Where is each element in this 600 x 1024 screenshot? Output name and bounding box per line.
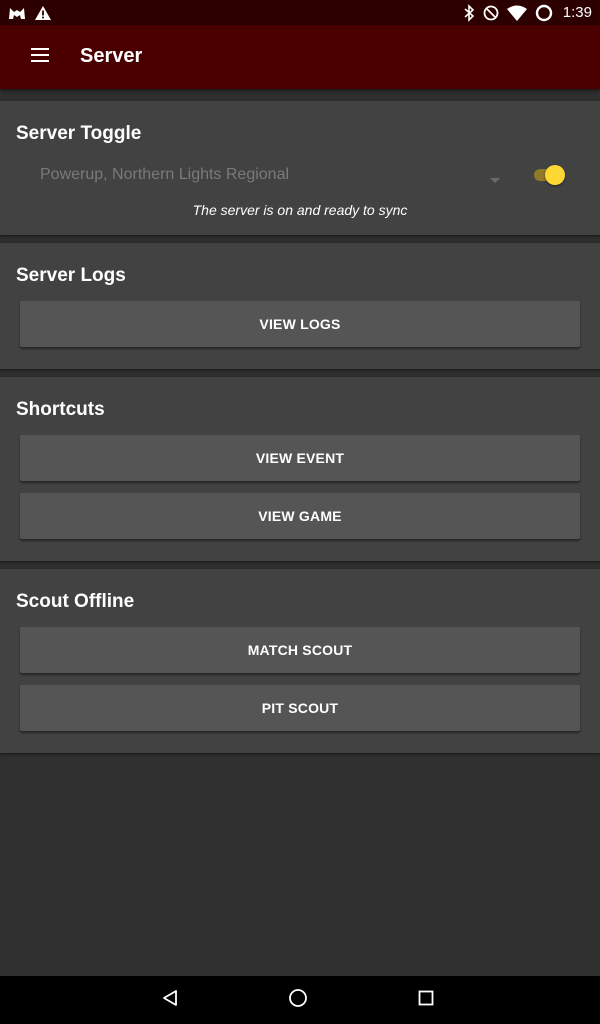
event-spinner-value: Powerup, Northern Lights Regional xyxy=(40,166,290,183)
home-icon xyxy=(288,988,308,1013)
pit-scout-button[interactable]: PIT SCOUT xyxy=(20,685,580,731)
server-switch[interactable] xyxy=(532,163,566,187)
recents-icon xyxy=(418,990,434,1011)
shortcuts-title: Shortcuts xyxy=(16,399,105,420)
view-logs-button[interactable]: VIEW LOGS xyxy=(20,301,580,347)
switch-thumb xyxy=(545,165,565,185)
warning-icon xyxy=(34,5,52,21)
menu-icon xyxy=(31,47,49,67)
page-title: Server xyxy=(80,45,143,67)
server-logs-card: Server Logs VIEW LOGS xyxy=(0,243,600,369)
scout-offline-card: Scout Offline MATCH SCOUT PIT SCOUT xyxy=(0,569,600,753)
server-toggle-title: Server Toggle xyxy=(16,123,142,144)
server-toggle-card: Server Toggle Powerup, Northern Lights R… xyxy=(0,101,600,235)
match-scout-button[interactable]: MATCH SCOUT xyxy=(20,627,580,673)
navigation-bar xyxy=(0,976,600,1024)
scout-offline-title: Scout Offline xyxy=(16,591,135,612)
server-status-message: The server is on and ready to sync xyxy=(192,202,408,218)
wifi-icon xyxy=(506,5,527,21)
menu-button[interactable] xyxy=(20,37,60,77)
status-system-icons: 1:39 xyxy=(463,2,592,23)
dropdown-arrow-icon xyxy=(490,171,500,189)
view-event-button[interactable]: VIEW EVENT xyxy=(20,435,580,481)
app-notification-icon xyxy=(8,6,26,20)
back-icon xyxy=(161,989,179,1012)
status-notifications xyxy=(8,4,52,22)
status-time: 1:39 xyxy=(562,4,592,21)
recents-button[interactable] xyxy=(412,986,440,1014)
view-game-button[interactable]: VIEW GAME xyxy=(20,493,580,539)
do-not-disturb-icon xyxy=(483,5,499,21)
battery-icon xyxy=(535,4,553,22)
back-button[interactable] xyxy=(156,986,184,1014)
status-bar: 1:39 xyxy=(0,0,600,25)
app-bar: Server xyxy=(0,25,600,89)
server-logs-title: Server Logs xyxy=(16,265,126,286)
shortcuts-card: Shortcuts VIEW EVENT VIEW GAME xyxy=(0,377,600,561)
home-button[interactable] xyxy=(284,986,312,1014)
bluetooth-icon xyxy=(463,3,475,22)
event-spinner[interactable]: Powerup, Northern Lights Regional xyxy=(40,163,510,187)
